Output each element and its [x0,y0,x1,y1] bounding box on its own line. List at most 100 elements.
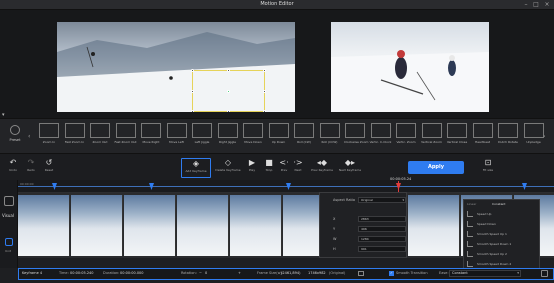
ease-header-right: Constant [492,202,506,206]
preset-thumbnail [370,123,391,138]
ease-option[interactable]: Speed Down [467,221,537,230]
film-frame [124,195,176,256]
preset-item[interactable]: Vertical Zoom [421,123,443,149]
ease-option-label: Speed Down [477,222,496,226]
minimize-icon[interactable]: – [522,1,530,8]
preset-thumbnail [268,123,289,138]
prev-keyframe-button[interactable]: ◂◆ Prev Keyframe [307,158,337,178]
playhead-time: 00:00:05.24 [390,177,412,181]
crop-handle[interactable] [263,69,266,72]
preset-item-label: Move Down [244,140,262,144]
w-field[interactable]: 1284 [358,236,406,242]
preset-item[interactable]: Zoom In [38,123,60,149]
source-preview[interactable] [57,22,295,112]
ease-option-label: Smooth Speed Down 2 [477,262,512,266]
preset-item[interactable]: Fast Zoom In [64,123,86,149]
preset-thumbnail [90,123,110,138]
smooth-transition-checkbox[interactable]: ✓ [389,271,394,276]
ease-option[interactable]: Smooth Speed Up 2 [467,251,537,260]
next-keyframe-button[interactable]: ◆▸ Next Keyframe [335,158,365,178]
rotation-value[interactable]: 0 [205,271,207,275]
keyframe-name: Keyframe 4 [22,271,43,275]
preset-item[interactable]: Roll (CW) [293,123,315,149]
aspect-ratio-select[interactable]: Original ▾ [358,197,406,203]
ease-select[interactable]: Constant ▾ [449,270,521,277]
time-label: Time: [59,271,69,275]
crop-handle[interactable] [191,110,194,112]
rotation-plus-button[interactable]: + [238,271,241,275]
ease-option[interactable]: Speed Up [467,211,537,220]
duration-value[interactable]: 00:00:00.000 [120,271,144,275]
crop-handle[interactable] [263,90,266,93]
keyframe-status-bar: Keyframe 4 Time: 00:00:05.240 Duration: … [18,268,554,280]
maximize-icon[interactable]: □ [532,1,540,8]
film-frame [408,195,460,256]
preset-item[interactable]: Move Down [242,123,264,149]
prev-keyframe-icon: ◂◆ [316,158,328,167]
copy-icon[interactable] [358,271,364,276]
visual-label: Visual [2,213,14,218]
camera-icon [4,196,14,206]
preset-thumbnail [39,123,59,138]
preset-item[interactable]: Zoom Out [89,123,111,149]
preset-item[interactable]: Dutch Rotate [497,123,519,149]
preset-thumbnail [217,123,238,138]
y-field[interactable]: 496 [358,226,406,232]
preset-item[interactable]: Heartbeat [472,123,494,149]
trash-icon[interactable] [541,270,548,277]
preset-item[interactable]: Vertical Close [446,123,468,149]
preset-item[interactable]: Left Jiggle [191,123,213,149]
preset-item[interactable]: Move Right [140,123,162,149]
fit-size-button[interactable]: ⊡ Fit size [475,158,501,178]
crop-handle[interactable] [227,69,230,72]
preset-item-label: Fast Zoom In [64,140,85,144]
preset-item-label: Vertic. Zoom [396,140,416,144]
crop-frame[interactable] [191,69,266,112]
close-icon[interactable]: × [543,1,551,8]
apply-button[interactable]: Apply [408,161,464,174]
crop-handle[interactable] [263,110,266,112]
x-field[interactable]: 2863 [358,216,406,222]
frame-position-value: (2461,894) [281,271,301,275]
track-sidebar: Visual Unit [0,180,18,268]
delete-keyframe-button[interactable]: ◇ Delete Keyframe [213,158,243,178]
preset-item-label: Left Jiggle [194,140,210,144]
preset-thumbnail [472,123,493,138]
preset-item-label: Right Jiggle [218,140,237,144]
crop-center-handle[interactable] [227,90,230,93]
preset-button[interactable]: Preset [4,125,26,142]
crop-handle[interactable] [191,90,194,93]
preset-item-label: Zoom In [42,140,56,144]
preset-item[interactable]: Move Left [166,123,188,149]
next-frame-button[interactable]: ·> Next [287,158,309,178]
window-title: Motion Editor [260,1,294,7]
preset-thumbnail [294,123,314,138]
preset-item[interactable]: Up Down [268,123,290,149]
reset-icon: ↺ [45,158,53,167]
preset-item[interactable]: Fast Zoom Out [115,123,137,149]
preset-item[interactable]: Unpledge [523,123,545,149]
reset-button[interactable]: ↺ Reset [36,158,62,178]
preset-item[interactable]: Vertic. C-Clock [370,123,392,149]
crop-handle[interactable] [191,69,194,72]
preset-item[interactable]: Right Jiggle [217,123,239,149]
h-field[interactable]: 991 [358,246,406,252]
add-keyframe-button[interactable]: ◈ Add Keyframe [181,158,211,178]
aspect-ratio-label: Aspect Ratio [333,198,355,202]
scroll-left-icon[interactable]: ‹ [28,133,30,140]
preset-item-label: Vertic. C-Clock [369,140,392,144]
add-keyframe-icon: ◈ [192,159,200,168]
ease-option[interactable]: Smooth Speed Down 1 [467,241,537,250]
preset-thumbnail [141,123,161,138]
preset-item-label: Heartbeat [474,140,491,144]
time-value[interactable]: 00:00:05.240 [70,271,94,275]
rotation-label: Rotation: [181,271,197,275]
track-lock-icon[interactable] [5,238,13,246]
preset-item[interactable]: Vertic. Zoom [395,123,417,149]
title-bar: Motion Editor – □ × [0,0,554,10]
crop-handle[interactable] [227,110,230,112]
rotation-minus-button[interactable]: − [199,271,202,275]
preset-item[interactable]: Roll (CCW) [319,123,341,149]
preset-item[interactable]: Clockwise Zoom [344,123,368,149]
ease-option[interactable]: Smooth Speed Up 1 [467,231,537,240]
